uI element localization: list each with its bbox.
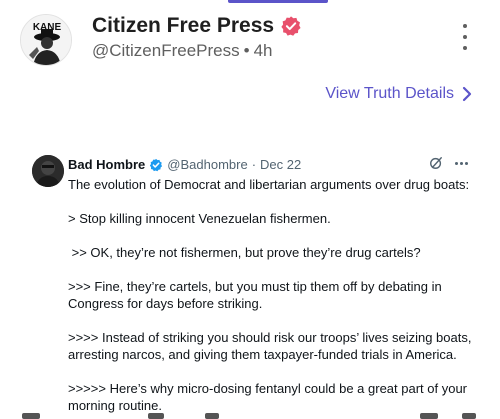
separator: •: [243, 41, 250, 60]
embed-actions: [429, 156, 468, 170]
avatar[interactable]: KANE: [20, 14, 72, 66]
embed-line-4: >>>> Instead of striking you should risk…: [68, 330, 472, 362]
post-time[interactable]: 4h: [254, 41, 273, 60]
embed-line-2: >> OK, they’re not fishermen, but prove …: [68, 245, 421, 260]
embed-date[interactable]: Dec 22: [260, 157, 301, 172]
verified-check-icon: [150, 158, 163, 171]
embed-text: The evolution of Democrat and libertaria…: [68, 176, 478, 414]
more-horizontal-icon[interactable]: [455, 161, 468, 165]
embed-line-1: > Stop killing innocent Venezuelan fishe…: [68, 211, 331, 226]
embed-line-5: >>>>> Here’s why micro-dosing fentanyl c…: [68, 381, 468, 413]
handle-line: @CitizenFreePress • 4h: [92, 41, 273, 61]
grok-icon[interactable]: [429, 156, 443, 170]
view-details-link[interactable]: View Truth Details: [325, 85, 472, 103]
post-header: KANE Citizen Free Press @CitizenFreePres…: [20, 14, 480, 70]
tab-indicator: [228, 0, 328, 3]
embed-author-name[interactable]: Bad Hombre: [68, 157, 145, 172]
bottom-action-bar-partial: [0, 411, 500, 419]
embed-line-intro: The evolution of Democrat and libertaria…: [68, 177, 470, 192]
chevron-right-icon: [462, 86, 472, 102]
more-vertical-icon[interactable]: [460, 24, 470, 50]
author-handle[interactable]: @CitizenFreePress: [92, 41, 240, 60]
view-details-label: View Truth Details: [325, 85, 454, 102]
embed-avatar[interactable]: [32, 155, 64, 187]
author-name-text: Citizen Free Press: [92, 14, 275, 37]
embed-line-3: >>> Fine, they’re cartels, but you must …: [68, 279, 442, 311]
embed-header: Bad Hombre @Badhombre · Dec 22: [68, 157, 301, 172]
author-name[interactable]: Citizen Free Press: [92, 14, 302, 38]
embed-separator: ·: [251, 157, 257, 172]
verified-badge-icon: [280, 15, 302, 37]
embed-handle[interactable]: @Badhombre: [167, 157, 247, 172]
